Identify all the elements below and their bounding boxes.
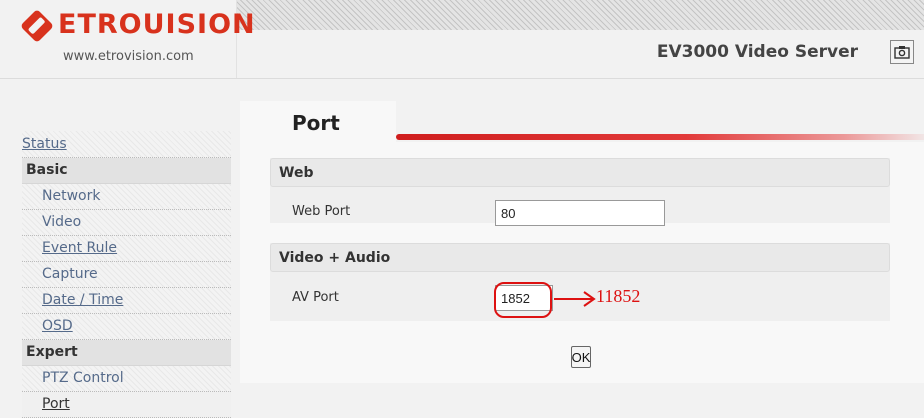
- logo-text: ETROUISION: [58, 9, 256, 40]
- video-audio-section: Video + Audio AV Port: [270, 243, 890, 321]
- sidebar-item-ptz-control[interactable]: PTZ Control: [22, 366, 231, 392]
- annotation-arrow-icon: [554, 291, 596, 307]
- sidebar-item-network[interactable]: Network: [22, 184, 231, 210]
- header-pattern: [236, 0, 924, 30]
- web-port-label: Web Port: [292, 204, 351, 219]
- logo: ETROUISION www.etrovision.com: [0, 0, 255, 78]
- sidebar-item-video[interactable]: Video: [22, 210, 231, 236]
- annotation-circle: [494, 282, 552, 318]
- sidebar-item-event-rule[interactable]: Event Rule: [22, 236, 231, 262]
- web-port-input[interactable]: [495, 200, 665, 226]
- annotation-new-port: 11852: [596, 286, 641, 306]
- page-title-tab: Port: [240, 101, 396, 142]
- header: ETROUISION www.etrovision.com EV3000 Vid…: [0, 0, 924, 78]
- web-section: Web Web Port: [270, 158, 890, 226]
- web-section-heading: Web: [270, 158, 890, 187]
- main-content: Web Web Port Video + Audio AV Port 11852…: [240, 142, 924, 383]
- sidebar-item-port[interactable]: Port: [22, 392, 231, 418]
- snapshot-button[interactable]: [890, 40, 914, 64]
- sidebar: Status Basic Network Video Event Rule Ca…: [22, 131, 231, 418]
- camera-icon: [894, 46, 910, 59]
- sidebar-item-date-time[interactable]: Date / Time: [22, 288, 231, 314]
- page-title: Port: [292, 111, 340, 135]
- logo-mark-icon: [20, 9, 54, 43]
- server-title: EV3000 Video Server: [656, 42, 858, 62]
- sidebar-item-osd[interactable]: OSD: [22, 314, 231, 340]
- sidebar-heading-expert: Expert: [22, 340, 231, 366]
- header-divider: [0, 78, 924, 79]
- title-accent-bar: [396, 134, 924, 140]
- av-port-label: AV Port: [292, 290, 339, 305]
- sidebar-item-status[interactable]: Status: [22, 131, 231, 158]
- logo-url: www.etrovision.com: [63, 49, 194, 64]
- video-audio-section-heading: Video + Audio: [270, 243, 890, 272]
- sidebar-heading-basic: Basic: [22, 158, 231, 184]
- sidebar-item-capture[interactable]: Capture: [22, 262, 231, 288]
- ok-button[interactable]: OK: [571, 346, 591, 368]
